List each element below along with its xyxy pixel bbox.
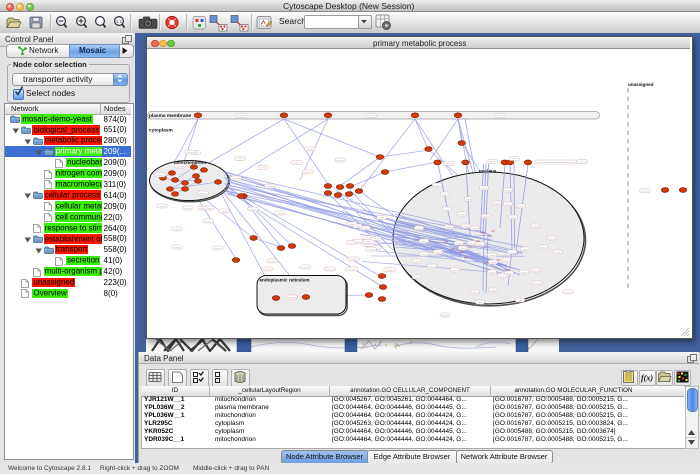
svg-text:plasma membrane: plasma membrane [149, 113, 191, 119]
svg-text:endoplasmic reticulum: endoplasmic reticulum [260, 278, 310, 283]
svg-text:cytoplasm: cytoplasm [149, 128, 173, 134]
svg-text:1:1: 1:1 [116, 19, 123, 24]
svg-text:unassigned: unassigned [628, 82, 654, 87]
svg-text:f(x): f(x) [641, 374, 653, 383]
